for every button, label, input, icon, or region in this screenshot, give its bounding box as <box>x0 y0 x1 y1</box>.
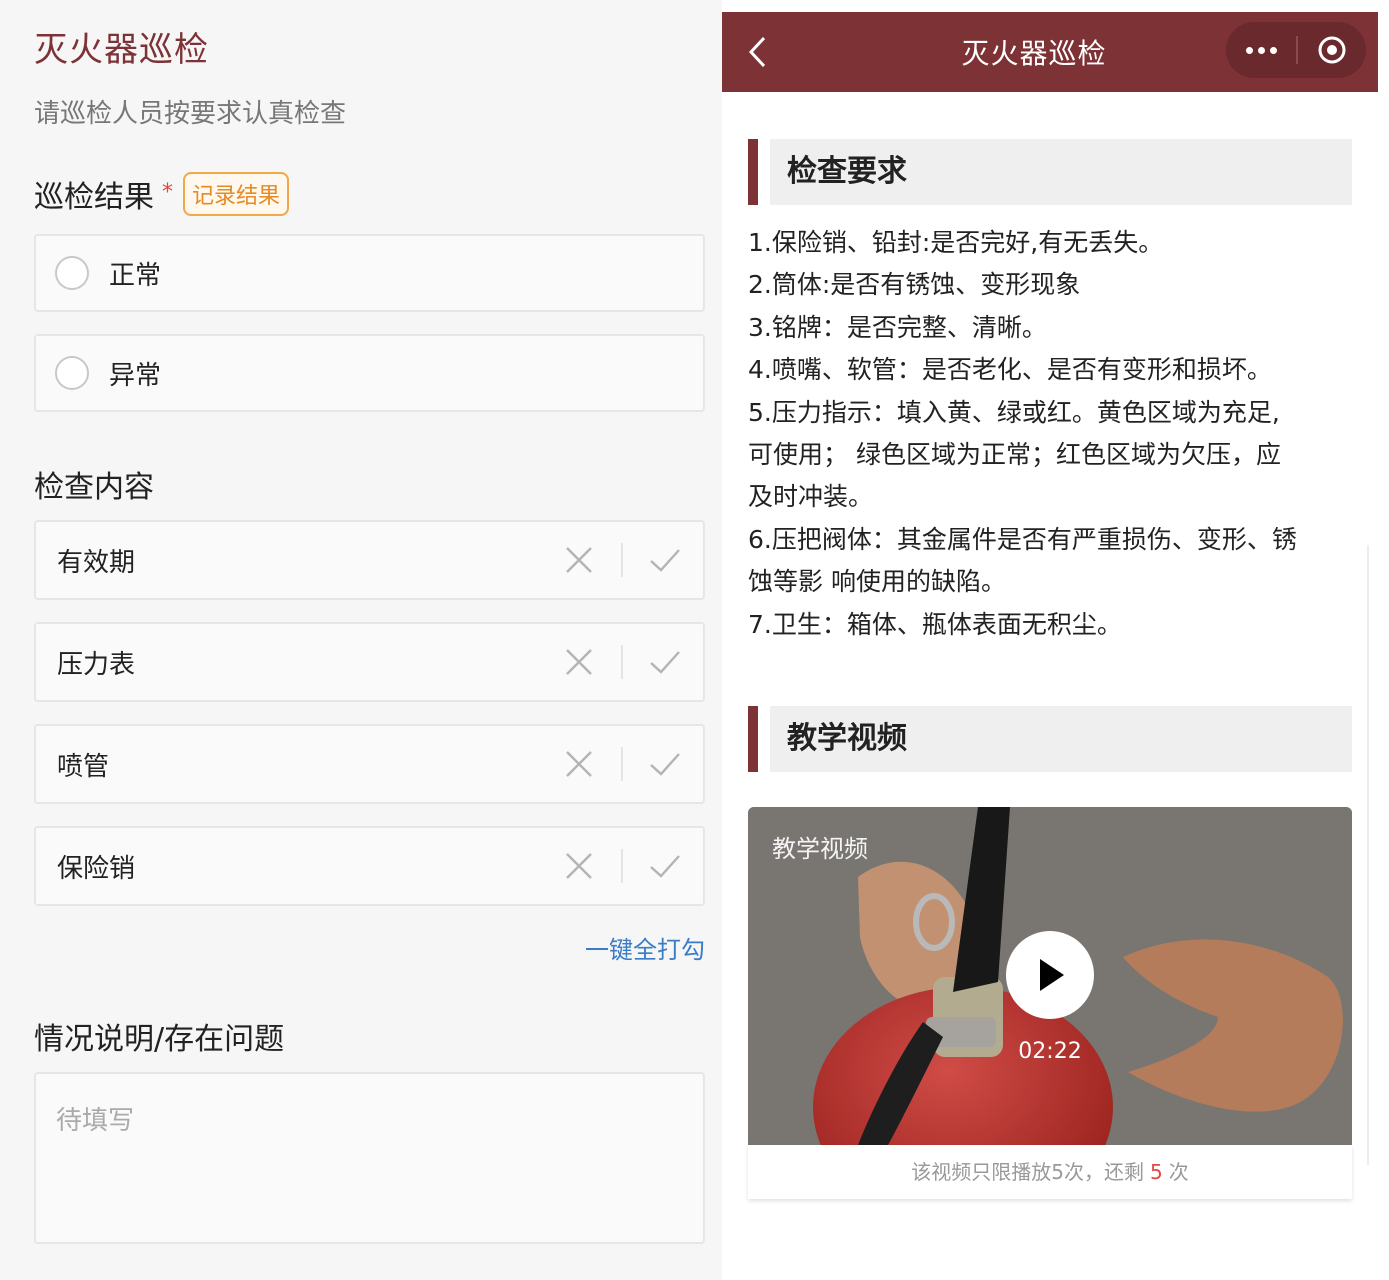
inspection-form: 灭火器巡检 请巡检人员按要求认真检查 巡检结果 * 记录结果 正常 异常 检查内… <box>0 0 725 1280</box>
form-title: 灭火器巡检 <box>34 30 209 70</box>
check-all-link[interactable]: 一键全打勾 <box>540 930 705 965</box>
requirement-line: 蚀等影 响使用的缺陷。 <box>748 567 1006 597</box>
requirement-line: 及时冲装。 <box>748 482 874 512</box>
limit-suffix: 次 <box>1168 1160 1189 1184</box>
form-subtitle: 请巡检人员按要求认真检查 <box>34 99 347 129</box>
play-button[interactable] <box>1006 931 1094 1019</box>
divider <box>621 747 623 781</box>
nav-bar: 灭火器巡检 <box>722 12 1378 92</box>
requirement-line: 可使用； 绿色区域为正常；红色区域为欠压，应 <box>748 440 1281 470</box>
requirement-line: 6.压把阀体：其金属件是否有严重损伤、变形、锈 <box>748 524 1297 554</box>
close-miniprogram-icon[interactable] <box>1298 34 1366 66</box>
close-icon[interactable] <box>563 748 595 780</box>
check-icon[interactable] <box>649 850 681 882</box>
video-section-title: 教学视频 <box>770 706 1352 772</box>
requirement-line: 3.铭牌：是否完整、清晰。 <box>748 312 1047 342</box>
check-section-label: 检查内容 <box>34 470 154 505</box>
radio-icon[interactable] <box>55 356 89 390</box>
requirement-line: 2.筒体:是否有锈蚀、变形现象 <box>748 270 1081 300</box>
check-section-header: 检查内容 <box>34 462 154 506</box>
remarks-section-header: 情况说明/存在问题 <box>34 1014 284 1058</box>
play-icon <box>1040 959 1064 991</box>
requirements-header: 检查要求 <box>748 139 1352 205</box>
video-duration: 02:22 <box>1018 1039 1082 1064</box>
check-item-safety-pin: 保险销 <box>34 826 705 906</box>
check-item-label: 有效期 <box>57 547 136 578</box>
scrollbar-track <box>1367 545 1369 1165</box>
check-item-validity: 有效期 <box>34 520 705 600</box>
requirement-line: 4.喷嘴、软管：是否老化、是否有变形和损坏。 <box>748 355 1272 385</box>
option-label: 异常 <box>109 360 162 391</box>
check-icon[interactable] <box>649 544 681 576</box>
record-result-button[interactable]: 记录结果 <box>183 172 290 216</box>
more-icon[interactable] <box>1226 46 1296 54</box>
remarks-section-label: 情况说明/存在问题 <box>34 1022 285 1057</box>
check-icon[interactable] <box>649 748 681 780</box>
remarks-textarea[interactable]: 待填写 <box>34 1072 705 1244</box>
requirements-title: 检查要求 <box>770 139 1352 205</box>
close-icon[interactable] <box>563 544 595 576</box>
mini-program-page: 灭火器巡检 检查要求 1.保险销、铅封:是否完好,有无丢失。 2.筒体:是否有锈… <box>722 0 1389 1280</box>
requirement-line: 1.保险销、铅封:是否完好,有无丢失。 <box>748 228 1164 257</box>
result-option-abnormal[interactable]: 异常 <box>34 334 705 412</box>
requirement-line: 7.卫生：箱体、瓶体表面无积尘。 <box>748 609 1122 639</box>
requirements-list: 1.保险销、铅封:是否完好,有无丢失。 2.筒体:是否有锈蚀、变形现象 3.铭牌… <box>748 222 1354 646</box>
check-item-label: 压力表 <box>57 649 136 680</box>
divider <box>621 645 623 679</box>
video-header: 教学视频 <box>748 706 1352 772</box>
video-player[interactable]: 教学视频 02:22 <box>748 807 1352 1145</box>
video-label: 教学视频 <box>772 835 868 863</box>
limit-prefix: 该视频只限播放5次，还剩 <box>911 1160 1144 1184</box>
check-item-nozzle: 喷管 <box>34 724 705 804</box>
option-label: 正常 <box>109 260 162 291</box>
radio-icon[interactable] <box>55 256 89 290</box>
remaining-count: 5 <box>1150 1160 1163 1184</box>
result-section-header: 巡检结果 * 记录结果 <box>34 172 290 216</box>
result-section-label: 巡检结果 <box>34 180 154 215</box>
check-icon[interactable] <box>649 646 681 678</box>
divider <box>621 543 623 577</box>
close-icon[interactable] <box>563 850 595 882</box>
check-item-label: 喷管 <box>57 751 110 782</box>
result-option-normal[interactable]: 正常 <box>34 234 705 312</box>
accent-bar <box>748 139 758 205</box>
close-icon[interactable] <box>563 646 595 678</box>
check-item-pressure-gauge: 压力表 <box>34 622 705 702</box>
check-item-label: 保险销 <box>57 853 136 884</box>
required-mark: * <box>162 179 173 205</box>
play-limit-note: 该视频只限播放5次，还剩 5 次 <box>748 1145 1352 1199</box>
accent-bar <box>748 706 758 772</box>
requirement-line: 5.压力指示：填入黄、绿或红。黄色区域为充足, <box>748 397 1280 427</box>
capsule-menu <box>1226 22 1366 78</box>
divider <box>621 849 623 883</box>
